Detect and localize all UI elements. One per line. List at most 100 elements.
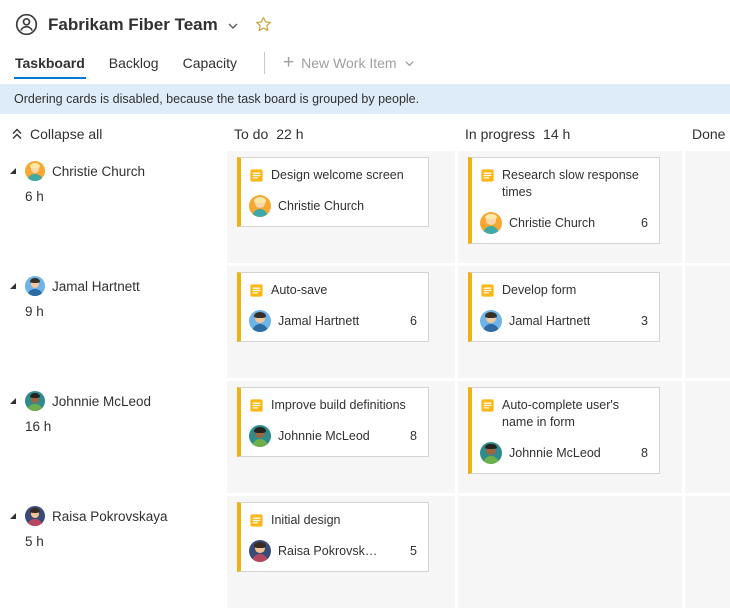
task-card[interactable]: Design welcome screen Christie Church	[237, 157, 429, 227]
card-assignee-name: Johnnie McLeod	[509, 446, 601, 460]
card-assignee-name: Jamal Hartnett	[278, 314, 359, 328]
card-title[interactable]: Develop form	[502, 282, 576, 299]
column-label: To do	[234, 126, 268, 142]
board-cell-inprogress: Auto-complete user's name in form Johnni…	[458, 381, 682, 493]
avatar-shirt	[27, 174, 42, 181]
card-remaining-hours[interactable]: 8	[410, 429, 420, 443]
card-avatar	[249, 540, 271, 562]
row-expand-icon[interactable]	[8, 166, 18, 176]
task-icon	[249, 513, 264, 529]
tab-capacity[interactable]: Capacity	[182, 47, 238, 79]
collapse-all-button[interactable]: Collapse all	[0, 126, 224, 142]
tab-bar: Taskboard Backlog Capacity + New Work It…	[0, 45, 730, 81]
avatar-shirt	[483, 456, 500, 464]
avatar-shirt	[27, 519, 42, 526]
tab-taskboard[interactable]: Taskboard	[14, 47, 86, 79]
avatar-shirt	[483, 226, 500, 234]
card-remaining-hours[interactable]: 6	[410, 314, 420, 328]
avatar-hair	[254, 197, 265, 203]
avatar-hair	[30, 163, 40, 168]
card-avatar	[480, 442, 502, 464]
task-icon	[249, 168, 264, 184]
column-header-inprogress: In progress 14 h	[458, 126, 682, 142]
chevron-down-icon	[404, 58, 415, 69]
board-cell-inprogress: Develop form Jamal Hartnett 3	[458, 266, 682, 378]
plus-icon: +	[283, 53, 294, 72]
avatar-shirt	[252, 439, 269, 447]
avatar-hair	[254, 312, 265, 318]
avatar-hair	[485, 444, 496, 450]
chevron-down-icon[interactable]	[227, 20, 239, 32]
board-cell-done	[685, 496, 730, 608]
person-cell: Christie Church 6 h	[0, 151, 224, 263]
avatar-shirt	[252, 554, 269, 562]
person-name: Jamal Hartnett	[52, 279, 140, 294]
person-name: Christie Church	[52, 164, 145, 179]
card-avatar	[480, 310, 502, 332]
tab-backlog[interactable]: Backlog	[108, 47, 160, 79]
row-expand-icon[interactable]	[8, 281, 18, 291]
column-header-todo: To do 22 h	[227, 126, 455, 142]
card-assignee-name: Jamal Hartnett	[509, 314, 590, 328]
task-icon	[480, 398, 495, 431]
task-card[interactable]: Initial design Raisa Pokrovskaya 5	[237, 502, 429, 572]
person-avatar	[25, 161, 45, 181]
avatar-shirt	[252, 324, 269, 332]
task-icon	[480, 168, 495, 201]
card-remaining-hours[interactable]: 6	[641, 216, 651, 230]
card-title[interactable]: Auto-complete user's name in form	[502, 397, 651, 431]
board-cell-done	[685, 151, 730, 263]
column-hours: 22 h	[276, 126, 303, 142]
avatar-hair	[30, 278, 40, 283]
double-chevron-up-icon	[11, 128, 23, 140]
task-card[interactable]: Auto-complete user's name in form Johnni…	[468, 387, 660, 474]
info-banner: Ordering cards is disabled, because the …	[0, 84, 730, 114]
card-title[interactable]: Design welcome screen	[271, 167, 404, 184]
card-avatar	[480, 212, 502, 234]
person-avatar	[25, 276, 45, 296]
avatar-shirt	[483, 324, 500, 332]
team-title[interactable]: Fabrikam Fiber Team	[48, 15, 218, 35]
row-expand-icon[interactable]	[8, 511, 18, 521]
person-hours: 9 h	[25, 304, 224, 319]
card-remaining-hours[interactable]: 8	[641, 446, 651, 460]
card-title[interactable]: Auto-save	[271, 282, 327, 299]
task-card[interactable]: Improve build definitions Johnnie McLeod…	[237, 387, 429, 457]
board-cell-inprogress: Research slow response times Christie Ch…	[458, 151, 682, 263]
card-remaining-hours[interactable]: 5	[410, 544, 420, 558]
avatar-hair	[30, 393, 40, 398]
card-remaining-hours[interactable]: 3	[641, 314, 651, 328]
card-title[interactable]: Improve build definitions	[271, 397, 406, 414]
task-icon	[249, 398, 264, 414]
person-cell: Jamal Hartnett 9 h	[0, 266, 224, 378]
new-work-item-label: New Work Item	[301, 55, 396, 71]
person-hours: 6 h	[25, 189, 224, 204]
board-cell-todo: Auto-save Jamal Hartnett 6	[227, 266, 455, 378]
favorite-star-icon[interactable]	[254, 15, 273, 34]
person-cell: Johnnie McLeod 16 h	[0, 381, 224, 493]
person-name: Johnnie McLeod	[52, 394, 151, 409]
card-avatar	[249, 195, 271, 217]
avatar-shirt	[27, 289, 42, 296]
board-cell-done	[685, 266, 730, 378]
avatar-shirt	[27, 404, 42, 411]
new-work-item-button[interactable]: + New Work Item	[283, 55, 415, 72]
task-card[interactable]: Auto-save Jamal Hartnett 6	[237, 272, 429, 342]
divider	[264, 52, 265, 74]
card-assignee-name: Christie Church	[278, 199, 364, 213]
task-card[interactable]: Develop form Jamal Hartnett 3	[468, 272, 660, 342]
card-title[interactable]: Initial design	[271, 512, 341, 529]
card-assignee-name: Christie Church	[509, 216, 595, 230]
row-expand-icon[interactable]	[8, 396, 18, 406]
task-card[interactable]: Research slow response times Christie Ch…	[468, 157, 660, 244]
avatar-hair	[485, 214, 496, 220]
avatar-hair	[485, 312, 496, 318]
avatar-shirt	[252, 209, 269, 217]
board-cell-todo: Design welcome screen Christie Church	[227, 151, 455, 263]
card-title[interactable]: Research slow response times	[502, 167, 651, 201]
avatar-hair	[30, 508, 40, 513]
card-avatar	[249, 310, 271, 332]
info-banner-text: Ordering cards is disabled, because the …	[14, 92, 419, 106]
team-icon[interactable]	[14, 12, 39, 37]
column-header-done: Done	[685, 126, 730, 142]
